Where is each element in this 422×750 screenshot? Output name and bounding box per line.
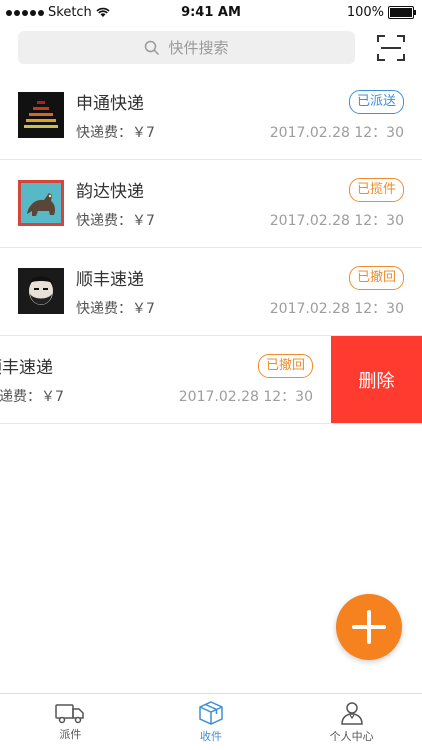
timestamp: 2017.02.28 12：30	[178, 389, 313, 405]
search-placeholder: 快件搜索	[168, 39, 229, 57]
avatar	[18, 92, 64, 138]
list-item-swiped[interactable]: 顺丰速递 快递费：￥7 已撤回 2017.02.28 12：30 删除	[0, 336, 422, 424]
delivery-fee: 快递费：￥7	[0, 389, 64, 405]
truck-icon	[55, 704, 85, 724]
status-badge: 已派送	[348, 90, 404, 114]
search-header: 快件搜索	[0, 24, 422, 73]
timestamp: 2017.02.28 12：30	[269, 125, 404, 141]
tab-dispatch[interactable]: 派件	[0, 694, 141, 750]
delivery-fee: 快递费：￥7	[76, 213, 155, 229]
list-item-content[interactable]: 申通快递 快递费：￥7 已派送 2017.02.28 12：30	[0, 72, 422, 159]
courier-name: 韵达快递	[76, 182, 144, 202]
parcel-list: 申通快递 快递费：￥7 已派送 2017.02.28 12：30 韵达快递 快递…	[0, 72, 422, 424]
battery-info: 100%	[346, 5, 416, 20]
tab-receive[interactable]: 收件	[141, 694, 282, 750]
tab-bar: 派件 收件 个人中心	[0, 693, 422, 750]
box-icon	[199, 701, 223, 725]
battery-icon	[388, 6, 416, 19]
courier-name: 顺丰速递	[76, 270, 144, 290]
search-icon	[145, 40, 160, 55]
tab-profile[interactable]: 个人中心	[281, 694, 422, 750]
status-badge: 已撤回	[257, 354, 313, 378]
status-badge: 已揽件	[348, 178, 404, 202]
tab-label: 派件	[59, 728, 82, 741]
user-icon	[340, 702, 363, 725]
avatar	[18, 268, 64, 314]
status-bar: Sketch 9:41 AM 100%	[0, 0, 422, 24]
battery-percent: 100%	[346, 5, 384, 20]
list-item[interactable]: 顺丰速递 快递费：￥7 已撤回 2017.02.28 12：30	[0, 248, 422, 336]
delete-button[interactable]: 删除	[331, 336, 422, 423]
list-item-content[interactable]: 顺丰速递 快递费：￥7 已撤回 2017.02.28 12：30	[0, 248, 422, 335]
list-item-content[interactable]: 顺丰速递 快递费：￥7 已撤回 2017.02.28 12：30	[0, 336, 331, 423]
status-badge: 已撤回	[348, 266, 404, 290]
list-item[interactable]: 申通快递 快递费：￥7 已派送 2017.02.28 12：30	[0, 72, 422, 160]
tab-label: 收件	[200, 730, 222, 743]
list-item[interactable]: 韵达快递 快递费：￥7 已揽件 2017.02.28 12：30	[0, 160, 422, 248]
courier-name: 申通快递	[76, 94, 144, 114]
scan-icon[interactable]	[376, 33, 406, 63]
tab-label: 个人中心	[329, 730, 374, 743]
timestamp: 2017.02.28 12：30	[269, 301, 404, 317]
delivery-fee: 快递费：￥7	[76, 301, 155, 317]
search-input[interactable]: 快件搜索	[18, 31, 355, 64]
delivery-fee: 快递费：￥7	[76, 125, 155, 141]
list-item-content[interactable]: 韵达快递 快递费：￥7 已揽件 2017.02.28 12：30	[0, 160, 422, 247]
timestamp: 2017.02.28 12：30	[269, 213, 404, 229]
add-button[interactable]	[336, 594, 402, 660]
courier-name: 顺丰速递	[0, 358, 53, 378]
avatar	[18, 180, 64, 226]
